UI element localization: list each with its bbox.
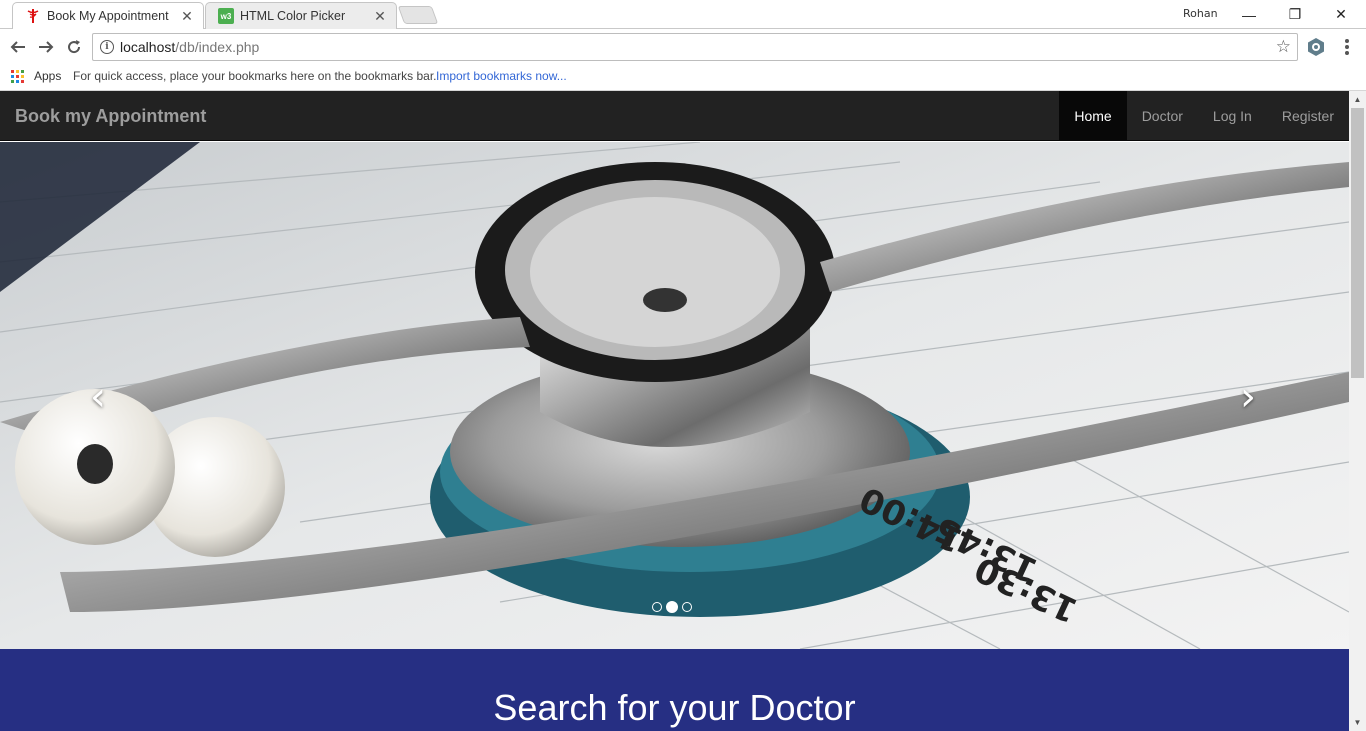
w3-icon: w3 (218, 8, 234, 24)
close-window-icon[interactable]: ✕ (1318, 0, 1364, 29)
close-tab-icon[interactable]: ✕ (372, 8, 388, 24)
info-icon[interactable]: i (100, 40, 114, 54)
page-viewport: Book my Appointment Home Doctor Log In R… (0, 91, 1349, 731)
site-nav: Home Doctor Log In Register (1059, 91, 1349, 141)
profile-name[interactable]: Rohan (1183, 7, 1218, 20)
nav-doctor[interactable]: Doctor (1127, 91, 1198, 141)
nav-register[interactable]: Register (1267, 91, 1349, 141)
close-tab-icon[interactable]: ✕ (179, 8, 195, 24)
reload-icon[interactable] (63, 36, 85, 58)
site-navbar: Book my Appointment Home Doctor Log In R… (0, 91, 1349, 141)
search-heading: Search for your Doctor (493, 687, 856, 728)
tab-title: HTML Color Picker (240, 9, 346, 23)
tab-html-color-picker[interactable]: w3 HTML Color Picker ✕ (205, 2, 397, 29)
chrome-menu-icon[interactable] (1340, 37, 1354, 57)
hero-carousel: 14:00 13:45 13:30 ‹ › (0, 142, 1349, 649)
extension-icon[interactable] (1306, 37, 1326, 57)
apps-icon[interactable] (11, 70, 24, 83)
scroll-down-icon[interactable]: ▼ (1349, 714, 1366, 731)
site-brand[interactable]: Book my Appointment (15, 106, 206, 127)
search-section: Search for your Doctor (0, 649, 1349, 731)
tab-title: Book My Appointment (47, 9, 169, 23)
carousel-indicator[interactable] (652, 602, 662, 612)
carousel-next-icon[interactable]: › (1228, 372, 1268, 422)
scroll-up-icon[interactable]: ▲ (1349, 91, 1366, 108)
import-bookmarks-link[interactable]: Import bookmarks now... (436, 69, 567, 83)
bookmark-star-icon[interactable]: ☆ (1276, 37, 1291, 57)
caduceus-icon (25, 8, 41, 24)
tab-strip: Book My Appointment ✕ w3 HTML Color Pick… (0, 0, 1366, 29)
page-scrollbar[interactable]: ▲ ▼ (1349, 91, 1366, 731)
nav-home[interactable]: Home (1059, 91, 1127, 141)
forward-icon[interactable] (35, 36, 57, 58)
url-text: localhost/db/index.php (120, 39, 260, 55)
apps-link[interactable]: Apps (34, 69, 61, 83)
bookmarks-hint: For quick access, place your bookmarks h… (73, 69, 437, 83)
carousel-indicator-active[interactable] (666, 601, 678, 613)
browser-toolbar: i localhost/db/index.php ☆ (0, 29, 1366, 65)
tab-book-my-appointment[interactable]: Book My Appointment ✕ (12, 2, 204, 29)
minimize-icon[interactable]: — (1226, 0, 1272, 29)
carousel-prev-icon[interactable]: ‹ (78, 372, 118, 422)
carousel-indicators (652, 601, 692, 613)
restore-icon[interactable]: ❐ (1272, 0, 1318, 29)
carousel-indicator[interactable] (682, 602, 692, 612)
nav-login[interactable]: Log In (1198, 91, 1267, 141)
new-tab-button[interactable] (397, 6, 439, 24)
scroll-thumb[interactable] (1351, 108, 1364, 378)
bookmarks-bar: Apps For quick access, place your bookma… (0, 65, 1366, 91)
stethoscope-image: 14:00 13:45 13:30 (0, 142, 1349, 649)
address-bar[interactable]: i localhost/db/index.php ☆ (92, 33, 1298, 61)
back-icon[interactable] (7, 36, 29, 58)
